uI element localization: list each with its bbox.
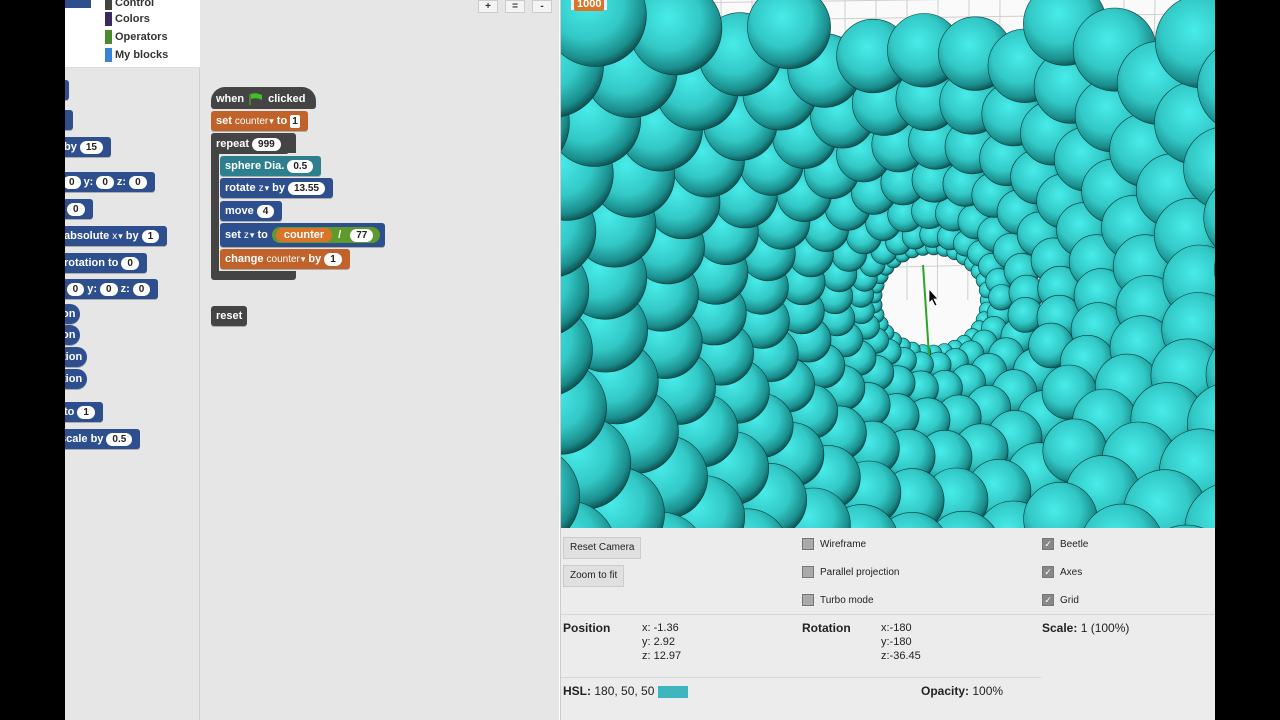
hsl-readout: HSL: 180, 50, 50 — [563, 684, 689, 698]
sphere-tunnel — [561, 0, 1215, 528]
checkmark-icon[interactable]: ✓ — [1042, 538, 1054, 550]
zoom-in-button[interactable]: + — [478, 0, 498, 13]
palette-reporter-block[interactable]: tion — [65, 369, 88, 389]
rotation-x: x:-180 — [881, 622, 912, 634]
divider — [561, 677, 1041, 678]
divide-operator-block[interactable]: counter / 77 — [271, 227, 381, 243]
position-z: z: 12.97 — [642, 650, 682, 662]
checkmark-icon[interactable]: ✓ — [1042, 594, 1054, 606]
category-swatch — [105, 48, 112, 62]
rotate-block[interactable]: rotate z by 13.55 — [220, 178, 333, 198]
beetle-axis-line — [922, 264, 930, 356]
block-palette: by15 0y:0z:0 0 absolutexby1 rotation to0… — [65, 68, 200, 720]
wireframe-checkbox[interactable]: Wireframe — [802, 538, 866, 550]
beetle-checkbox[interactable]: ✓ Beetle — [1042, 538, 1088, 550]
palette-rotate-absolute-block[interactable]: absolutexby1 — [65, 226, 168, 246]
palette-reporter-block[interactable]: on — [65, 325, 81, 345]
script-area[interactable]: + = - when clicked set counter to 1 repe… — [200, 0, 559, 720]
category-swatch — [105, 30, 112, 44]
rotation-label: Rotation — [802, 621, 851, 635]
repeat-block-header[interactable]: repeat 999 — [211, 134, 289, 154]
move-block[interactable]: move 4 — [220, 201, 283, 221]
axes-checkbox[interactable]: ✓ Axes — [1042, 566, 1082, 578]
palette-tab[interactable] — [65, 0, 91, 8]
category-swatch — [105, 12, 112, 26]
stage-canvas[interactable] — [561, 0, 1215, 528]
mouse-cursor-icon — [928, 287, 939, 307]
zoom-out-button[interactable]: - — [532, 0, 552, 13]
position-label: Position — [563, 621, 611, 635]
3d-stage[interactable]: counter 1000 — [560, 0, 1215, 528]
palette-move-block[interactable]: 0 — [65, 199, 93, 219]
palette-set-to-block[interactable]: to 1 — [65, 402, 103, 422]
palette-turn-block[interactable]: by 15 — [65, 137, 111, 157]
counter-reporter[interactable]: counter — [275, 228, 333, 242]
category-swatch — [105, 0, 112, 10]
reset-block[interactable]: reset — [211, 306, 248, 326]
grid-checkbox[interactable]: ✓ Grid — [1042, 594, 1079, 606]
position-x: x: -1.36 — [642, 622, 679, 634]
palette-reporter-block[interactable]: on — [65, 304, 81, 324]
position-y: y: 2.92 — [642, 636, 676, 648]
app-screen: Control Colors Operators My blocks by 15 … — [65, 0, 1215, 720]
set-variable-block[interactable]: set counter to 1 — [211, 111, 308, 131]
category-control[interactable]: Control — [105, 0, 154, 10]
green-flag-icon — [249, 93, 263, 105]
set-z-block[interactable]: set z to counter / 77 — [220, 223, 386, 247]
when-flag-clicked-block[interactable]: when clicked — [211, 87, 316, 109]
opacity-readout: Opacity: 100% — [921, 684, 1004, 698]
rotation-z: z:-36.45 — [881, 650, 921, 662]
parallel-projection-checkbox[interactable]: Parallel projection — [802, 566, 900, 578]
reset-camera-button[interactable]: Reset Camera — [563, 537, 642, 559]
palette-position-block[interactable]: :0y:0z:0 — [65, 279, 159, 299]
category-my-blocks[interactable]: My blocks — [105, 48, 168, 62]
checkbox-unchecked-icon[interactable] — [802, 538, 814, 550]
checkbox-unchecked-icon[interactable] — [802, 594, 814, 606]
zoom-to-fit-button[interactable]: Zoom to fit — [563, 565, 625, 587]
palette-goto-block[interactable]: 0 y: 0 z: 0 — [65, 172, 155, 192]
category-colors[interactable]: Colors — [105, 12, 150, 26]
turbo-mode-checkbox[interactable]: Turbo mode — [802, 594, 874, 606]
category-operators[interactable]: Operators — [105, 30, 168, 44]
palette-scale-block[interactable]: scale by0.5 — [65, 429, 141, 449]
palette-reporter-block[interactable]: tion — [65, 347, 88, 367]
stage-controls: Reset Camera Zoom to fit Wireframe Paral… — [560, 528, 1215, 720]
palette-rotation-to-block[interactable]: rotation to 0 — [65, 253, 147, 273]
change-variable-block[interactable]: change counter by 1 — [220, 249, 350, 269]
checkbox-unchecked-icon[interactable] — [802, 566, 814, 578]
scale-readout: Scale: 1 (100%) — [1042, 621, 1130, 635]
sphere-block[interactable]: sphere Dia. 0.5 — [220, 156, 322, 176]
zoom-reset-button[interactable]: = — [505, 0, 525, 13]
divider — [561, 614, 1215, 615]
checkmark-icon[interactable]: ✓ — [1042, 566, 1054, 578]
palette-block[interactable] — [65, 110, 73, 130]
hsl-color-swatch — [658, 685, 689, 698]
category-list: Control Colors Operators My blocks — [65, 0, 200, 68]
counter-watcher: counter 1000 — [571, 0, 608, 11]
rotation-y: y:-180 — [881, 636, 912, 648]
palette-block[interactable] — [65, 80, 69, 100]
